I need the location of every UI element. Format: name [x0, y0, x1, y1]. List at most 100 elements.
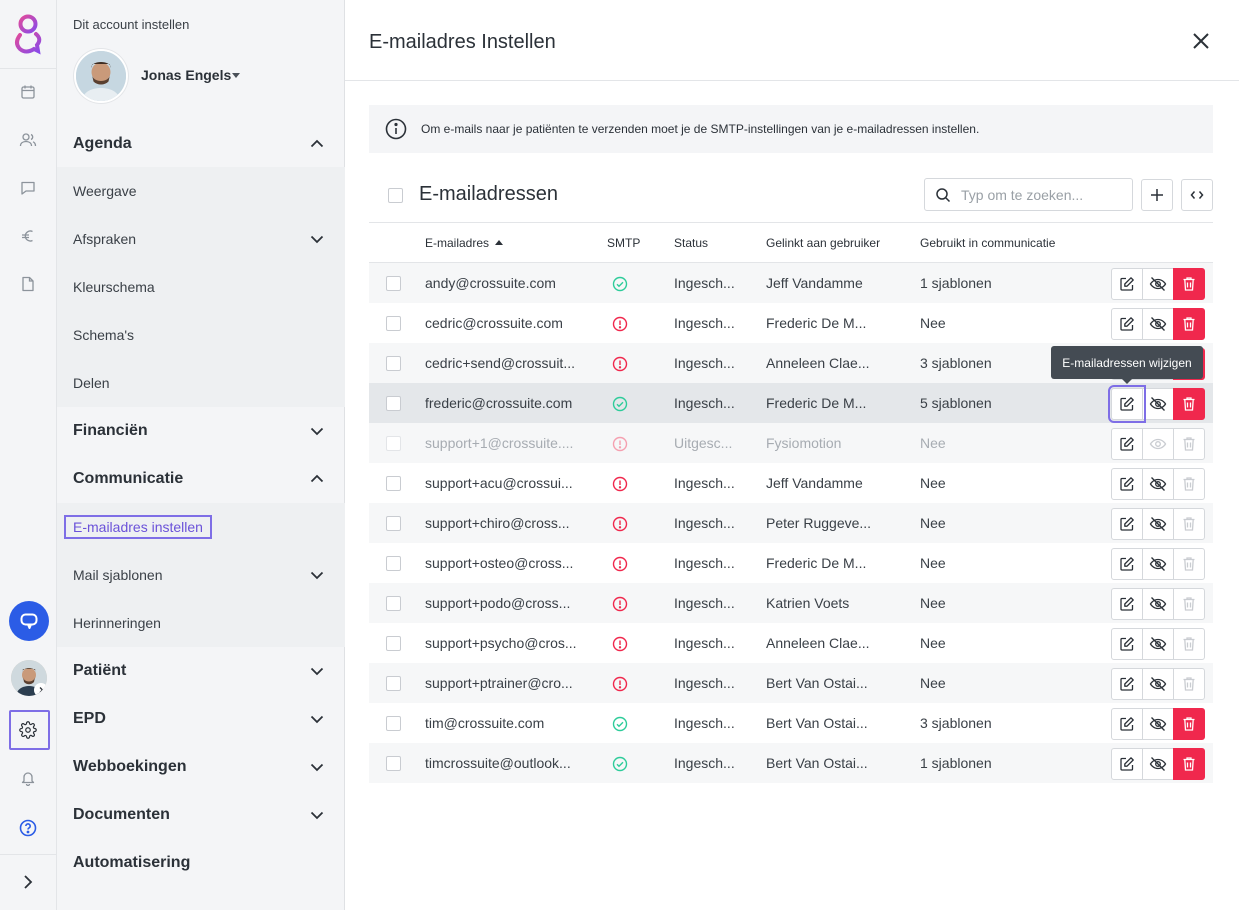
sidebar-item[interactable]: E-mailadres instellen — [57, 503, 345, 551]
chat-bubble-icon[interactable] — [9, 601, 49, 641]
chevron-down-icon[interactable] — [309, 711, 325, 727]
edit-icon[interactable] — [1111, 548, 1143, 580]
chevron-down-icon[interactable] — [309, 567, 325, 583]
chevron-down-icon[interactable] — [309, 807, 325, 823]
edit-icon[interactable] — [1111, 588, 1143, 620]
bell-icon[interactable] — [17, 767, 39, 789]
table-row[interactable]: tim@crossuite.com Ingesch... Bert Van Osta… — [369, 703, 1213, 743]
chevron-up-icon[interactable] — [309, 136, 325, 152]
close-icon[interactable] — [1191, 31, 1211, 51]
trash-icon[interactable] — [1173, 308, 1205, 340]
message-icon[interactable] — [17, 177, 39, 199]
eye-off-icon[interactable] — [1142, 628, 1174, 660]
gear-icon[interactable] — [17, 719, 39, 741]
row-checkbox[interactable] — [386, 556, 401, 571]
app-logo-icon[interactable] — [10, 13, 46, 55]
user-name[interactable]: Jonas Engels — [141, 67, 231, 83]
users-icon[interactable] — [17, 129, 39, 151]
edit-icon[interactable] — [1111, 708, 1143, 740]
row-checkbox[interactable] — [386, 516, 401, 531]
table-row[interactable]: cedric@crossuite.com Ingesch... Frederic D… — [369, 303, 1213, 343]
trash-icon[interactable] — [1173, 748, 1205, 780]
row-checkbox[interactable] — [386, 356, 401, 371]
avatar[interactable] — [74, 49, 128, 103]
edit-icon[interactable] — [1111, 468, 1143, 500]
table-row[interactable]: andy@crossuite.com Ingesch... Jeff Vandamm… — [369, 263, 1213, 303]
sidebar-item[interactable]: Automatisering — [57, 839, 345, 887]
row-checkbox[interactable] — [386, 716, 401, 731]
trash-icon[interactable] — [1173, 388, 1205, 420]
chevron-down-icon[interactable] — [309, 759, 325, 775]
row-checkbox[interactable] — [386, 756, 401, 771]
eye-off-icon[interactable] — [1142, 308, 1174, 340]
edit-icon[interactable] — [1111, 428, 1143, 460]
calendar-icon[interactable] — [17, 81, 39, 103]
edit-icon[interactable] — [1111, 748, 1143, 780]
sidebar-item[interactable]: Schema's — [57, 311, 345, 359]
row-checkbox[interactable] — [386, 276, 401, 291]
table-row[interactable]: timcrossuite@outlook... Ingesch... Bert Va… — [369, 743, 1213, 783]
chevron-down-icon[interactable] — [309, 423, 325, 439]
trash-icon[interactable] — [1173, 708, 1205, 740]
row-checkbox[interactable] — [386, 676, 401, 691]
trash-icon[interactable] — [1173, 268, 1205, 300]
table-row[interactable]: frederic@crossuite.com Ingesch... Frederic… — [369, 383, 1213, 423]
eye-off-icon[interactable] — [1142, 468, 1174, 500]
table-row[interactable]: support+podo@cross... Ingesch... Katrien V… — [369, 583, 1213, 623]
code-view-button[interactable] — [1181, 179, 1213, 211]
help-icon[interactable] — [17, 817, 39, 839]
row-checkbox[interactable] — [386, 636, 401, 651]
eye-off-icon[interactable] — [1142, 548, 1174, 580]
eye-off-icon[interactable] — [1142, 508, 1174, 540]
edit-icon[interactable] — [1111, 668, 1143, 700]
search-box[interactable] — [924, 178, 1133, 211]
sidebar-item[interactable]: Herinneringen — [57, 599, 345, 647]
table-row[interactable]: support+osteo@cross... Ingesch... Frederic… — [369, 543, 1213, 583]
edit-icon[interactable] — [1111, 268, 1143, 300]
table-row[interactable]: support+1@crossuite.... Uitgesc... Fysiomo… — [369, 423, 1213, 463]
edit-icon[interactable] — [1111, 628, 1143, 660]
sidebar-item[interactable]: Financiën — [57, 407, 345, 455]
eye-off-icon[interactable] — [1142, 588, 1174, 620]
eye-off-icon[interactable] — [1142, 748, 1174, 780]
euro-icon[interactable] — [17, 225, 39, 247]
sidebar-item[interactable]: Communicatie — [57, 455, 345, 503]
add-email-button[interactable] — [1141, 179, 1173, 211]
document-icon[interactable] — [17, 273, 39, 295]
edit-icon[interactable] — [1108, 385, 1146, 423]
chevron-up-icon[interactable] — [309, 471, 325, 487]
eye-icon[interactable] — [1142, 428, 1174, 460]
sidebar-item[interactable]: Documenten — [57, 791, 345, 839]
edit-icon[interactable] — [1111, 308, 1143, 340]
row-checkbox[interactable] — [386, 316, 401, 331]
row-checkbox[interactable] — [386, 396, 401, 411]
sidebar-item[interactable]: Agenda — [57, 120, 345, 168]
sidebar-item[interactable]: EPD — [57, 695, 345, 743]
sidebar-item[interactable]: Afspraken — [57, 215, 345, 263]
chevron-down-icon[interactable] — [309, 231, 325, 247]
expand-icon[interactable] — [17, 871, 39, 893]
caret-down-icon[interactable] — [232, 73, 240, 78]
eye-off-icon[interactable] — [1142, 388, 1174, 420]
table-row[interactable]: support+chiro@cross... Ingesch... Peter Ru… — [369, 503, 1213, 543]
sidebar-item[interactable]: Delen — [57, 359, 345, 407]
sidebar-item[interactable]: Webboekingen — [57, 743, 345, 791]
eye-off-icon[interactable] — [1142, 268, 1174, 300]
select-all-checkbox[interactable] — [388, 188, 403, 203]
chevron-down-icon[interactable] — [309, 663, 325, 679]
eye-off-icon[interactable] — [1142, 668, 1174, 700]
sidebar-item[interactable]: Kleurschema — [57, 263, 345, 311]
row-checkbox[interactable] — [386, 596, 401, 611]
sidebar-item[interactable]: Weergave — [57, 167, 345, 215]
search-input[interactable] — [961, 186, 1131, 203]
sidebar-item[interactable]: Mail sjablonen — [57, 551, 345, 599]
table-row[interactable]: support+ptrainer@cro... Ingesch... Bert Va… — [369, 663, 1213, 703]
table-row[interactable]: support+psycho@cros... Ingesch... Anneleen… — [369, 623, 1213, 663]
edit-icon[interactable] — [1111, 508, 1143, 540]
column-header-email[interactable]: E-mailadres — [425, 236, 504, 250]
table-row[interactable]: support+acu@crossui... Ingesch... Jeff Van… — [369, 463, 1213, 503]
row-checkbox[interactable] — [386, 476, 401, 491]
avatar[interactable] — [11, 660, 47, 696]
sidebar-item[interactable]: Patiënt — [57, 647, 345, 695]
eye-off-icon[interactable] — [1142, 708, 1174, 740]
